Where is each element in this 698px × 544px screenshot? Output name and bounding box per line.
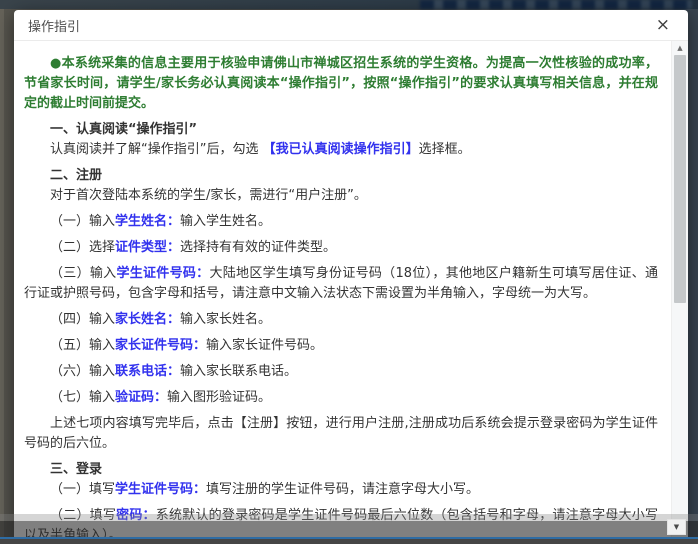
paragraph-text-run: 选择框。 [419, 142, 471, 157]
paragraph-text-run: （七）输入 [50, 390, 115, 405]
emphasis-label: 学生证件号码： [115, 482, 206, 497]
register-step-7: （七）输入验证码：输入图形验证码。 [24, 388, 658, 408]
paragraph-text-run: 输入家长联系电话。 [180, 364, 297, 379]
paragraph-text-run: （四）输入 [50, 312, 115, 327]
dialog-header: 操作指引 × [14, 10, 688, 41]
paragraph-text-run: 选择持有有效的证件类型。 [180, 240, 336, 255]
scrollbar-down-icon: ▼ [674, 523, 679, 531]
operation-guide-dialog: 操作指引 × ●本系统采集的信息主要用于核验申请佛山市禅城区招生系统的学生资格。… [14, 10, 688, 542]
emphasis-label: 验证码： [115, 390, 167, 405]
section-1-heading: 一、认真阅读“操作指引” [24, 120, 658, 140]
paragraph-text-run: （一）输入 [50, 214, 115, 229]
dialog-content: ●本系统采集的信息主要用于核验申请佛山市禅城区招生系统的学生资格。为提高一次性核… [14, 41, 670, 542]
paragraph-text-run: 填写注册的学生证件号码，请注意字母大小写。 [206, 482, 479, 497]
close-icon[interactable]: × [652, 16, 674, 35]
paragraph-text-run: 二、注册 [50, 168, 102, 183]
register-step-1: （一）输入学生姓名：输入学生姓名。 [24, 212, 658, 232]
paragraph-text-run: 三、登录 [50, 462, 102, 477]
emphasis-label: 学生证件号码： [116, 266, 209, 281]
register-submit-note: 上述七项内容填写完毕后，点击【注册】按钮，进行用户注册,注册成功后系统会提示登录… [24, 414, 658, 454]
register-step-5: （五）输入家长证件号码：输入家长证件号码。 [24, 336, 658, 356]
emphasis-label: 学生姓名： [115, 214, 180, 229]
register-step-6: （六）输入联系电话：输入家长联系电话。 [24, 362, 658, 382]
paragraph-text-run: 上述七项内容填写完毕后，点击【注册】按钮，进行用户注册,注册成功后系统会提示登录… [24, 416, 658, 451]
paragraph-text-run: （六）输入 [50, 364, 115, 379]
background-edge-highlight [0, 0, 4, 542]
paragraph-text-run: 对于首次登陆本系统的学生/家长，需进行“用户注册”。 [50, 188, 367, 203]
paragraph-text-run: 输入学生姓名。 [180, 214, 271, 229]
scrollbar-down-button[interactable]: ▼ [667, 519, 686, 535]
emphasis-label: 【我已认真阅读操作指引】 [263, 142, 419, 157]
paragraph-text-run: （一）填写 [50, 482, 115, 497]
background-window-title-blur [420, 0, 692, 9]
paragraph-text-run: （五）输入 [50, 338, 115, 353]
paragraph-text-run: 输入图形验证码。 [167, 390, 271, 405]
scrollbar-up-icon[interactable]: ▲ [672, 41, 688, 55]
emphasis-label: 家长证件号码： [115, 338, 206, 353]
notice-paragraph: ●本系统采集的信息主要用于核验申请佛山市禅城区招生系统的学生资格。为提高一次性核… [24, 54, 658, 114]
register-step-2: （二）选择证件类型：选择持有有效的证件类型。 [24, 238, 658, 258]
section-2-intro: 对于首次登陆本系统的学生/家长，需进行“用户注册”。 [24, 186, 658, 206]
paragraph-text-run: 一、认真阅读“操作指引” [50, 122, 197, 137]
login-step-1: （一）填写学生证件号码：填写注册的学生证件号码，请注意字母大小写。 [24, 480, 658, 500]
bottom-window-edge [0, 537, 698, 544]
scrollbar-thumb[interactable] [674, 55, 686, 303]
emphasis-label: 证件类型： [115, 240, 180, 255]
section-1-body: 认真阅读并了解“操作指引”后，勾选 【我已认真阅读操作指引】选择框。 [24, 140, 658, 160]
paragraph-text-run: 输入家长证件号码。 [206, 338, 323, 353]
scrollbar-track[interactable]: ▲ [671, 41, 688, 542]
paragraph-text-run: ●本系统采集的信息主要用于核验申请佛山市禅城区招生系统的学生资格。为提高一次性核… [24, 56, 658, 111]
paragraph-text-run: （二）选择 [50, 240, 115, 255]
paragraph-text-run: 认真阅读并了解“操作指引”后，勾选 [50, 142, 263, 157]
emphasis-label: 家长姓名： [115, 312, 180, 327]
emphasis-label: 联系电话： [115, 364, 180, 379]
section-2-heading: 二、注册 [24, 166, 658, 186]
section-3-heading: 三、登录 [24, 460, 658, 480]
bottom-overlay-dark [0, 521, 698, 537]
register-step-4: （四）输入家长姓名：输入家长姓名。 [24, 310, 658, 330]
dialog-title: 操作指引 [28, 16, 80, 35]
paragraph-text-run: （三）输入 [50, 266, 116, 281]
register-step-3: （三）输入学生证件号码：大陆地区学生填写身份证号码（18位），其他地区户籍新生可… [24, 264, 658, 304]
bottom-overlay-light [0, 514, 698, 521]
paragraph-text-run: 输入家长姓名。 [180, 312, 271, 327]
